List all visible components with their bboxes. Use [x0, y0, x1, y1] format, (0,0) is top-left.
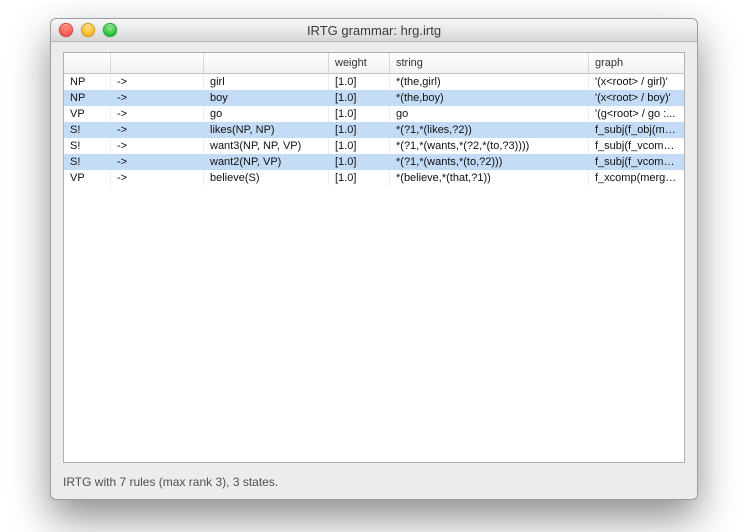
titlebar[interactable]: IRTG grammar: hrg.irtg [51, 19, 697, 42]
cell-c1: -> [111, 106, 204, 122]
table-row[interactable]: NP->boy[1.0]*(the,boy)'(x<root> / boy)' [64, 90, 684, 106]
table-row[interactable]: VP->go[1.0]go'(g<root> / go :... [64, 106, 684, 122]
cell-c5: f_subj(f_obj(mer... [589, 122, 684, 138]
status-bar: IRTG with 7 rules (max rank 3), 3 states… [51, 469, 697, 499]
cell-c3: [1.0] [329, 106, 390, 122]
table-body[interactable]: NP->girl[1.0]*(the,girl)'(x<root> / girl… [64, 74, 684, 462]
cell-c2: girl [204, 74, 329, 90]
cell-c0: S! [64, 138, 111, 154]
minimize-icon[interactable] [81, 23, 95, 37]
cell-c3: [1.0] [329, 154, 390, 170]
col-rule[interactable] [204, 53, 329, 73]
close-icon[interactable] [59, 23, 73, 37]
col-arrow[interactable] [111, 53, 204, 73]
window-title: IRTG grammar: hrg.irtg [51, 23, 697, 38]
table-row[interactable]: S!->want2(NP, VP)[1.0]*(?1,*(wants,*(to,… [64, 154, 684, 170]
app-window: IRTG grammar: hrg.irtg weight string gra… [50, 18, 698, 500]
cell-c0: NP [64, 74, 111, 90]
zoom-icon[interactable] [103, 23, 117, 37]
col-graph[interactable]: graph [589, 53, 684, 73]
cell-c5: '(x<root> / boy)' [589, 90, 684, 106]
cell-c0: VP [64, 106, 111, 122]
col-lhs[interactable] [64, 53, 111, 73]
cell-c0: S! [64, 154, 111, 170]
cell-c5: f_subj(f_vcomp(... [589, 138, 684, 154]
cell-c3: [1.0] [329, 90, 390, 106]
cell-c2: go [204, 106, 329, 122]
cell-c1: -> [111, 170, 204, 186]
cell-c4: go [390, 106, 589, 122]
cell-c1: -> [111, 154, 204, 170]
cell-c1: -> [111, 74, 204, 90]
window-controls [51, 23, 117, 37]
table-row[interactable]: NP->girl[1.0]*(the,girl)'(x<root> / girl… [64, 74, 684, 90]
cell-c3: [1.0] [329, 122, 390, 138]
cell-c1: -> [111, 90, 204, 106]
cell-c3: [1.0] [329, 138, 390, 154]
table-header: weight string graph [64, 53, 684, 74]
cell-c1: -> [111, 122, 204, 138]
cell-c2: want2(NP, VP) [204, 154, 329, 170]
cell-c1: -> [111, 138, 204, 154]
cell-c2: likes(NP, NP) [204, 122, 329, 138]
cell-c4: *(?1,*(wants,*(?2,*(to,?3)))) [390, 138, 589, 154]
table-row[interactable]: S!->likes(NP, NP)[1.0]*(?1,*(likes,?2))f… [64, 122, 684, 138]
cell-c4: *(the,girl) [390, 74, 589, 90]
cell-c3: [1.0] [329, 74, 390, 90]
cell-c4: *(believe,*(that,?1)) [390, 170, 589, 186]
table-row[interactable]: S!->want3(NP, NP, VP)[1.0]*(?1,*(wants,*… [64, 138, 684, 154]
cell-c5: f_xcomp(merge('... [589, 170, 684, 186]
cell-c5: '(g<root> / go :... [589, 106, 684, 122]
cell-c2: believe(S) [204, 170, 329, 186]
cell-c4: *(the,boy) [390, 90, 589, 106]
cell-c4: *(?1,*(wants,*(to,?2))) [390, 154, 589, 170]
col-weight[interactable]: weight [329, 53, 390, 73]
cell-c2: boy [204, 90, 329, 106]
cell-c2: want3(NP, NP, VP) [204, 138, 329, 154]
cell-c3: [1.0] [329, 170, 390, 186]
grammar-table: weight string graph NP->girl[1.0]*(the,g… [63, 52, 685, 463]
cell-c0: S! [64, 122, 111, 138]
table-row[interactable]: VP->believe(S)[1.0]*(believe,*(that,?1))… [64, 170, 684, 186]
cell-c4: *(?1,*(likes,?2)) [390, 122, 589, 138]
cell-c5: '(x<root> / girl)' [589, 74, 684, 90]
cell-c5: f_subj(f_vcomp(... [589, 154, 684, 170]
cell-c0: VP [64, 170, 111, 186]
col-string[interactable]: string [390, 53, 589, 73]
cell-c0: NP [64, 90, 111, 106]
